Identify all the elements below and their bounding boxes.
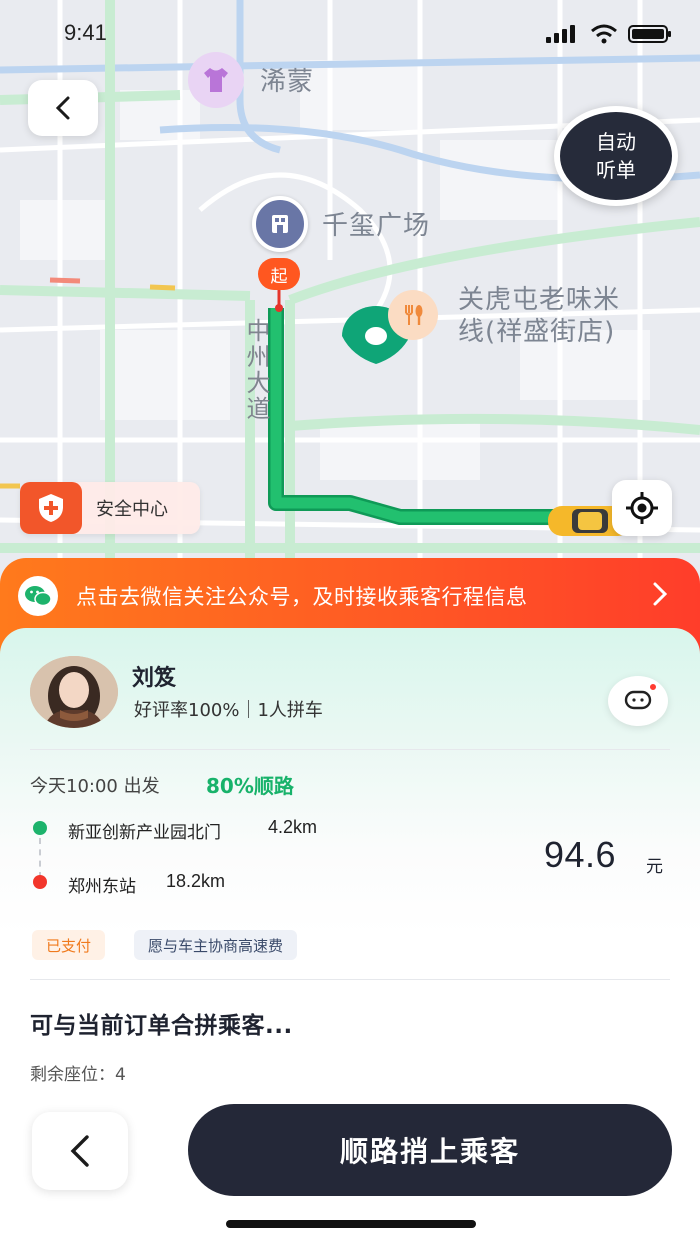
avatar[interactable] bbox=[30, 656, 118, 728]
locate-button[interactable] bbox=[612, 480, 672, 536]
wechat-icon bbox=[18, 576, 58, 616]
status-icons bbox=[546, 24, 672, 44]
dropoff-name: 郑州东站 bbox=[68, 877, 136, 897]
fare-amount: 94.6 bbox=[544, 834, 617, 875]
banner-text: 点击去微信关注公众号，及时接收乘客行程信息 bbox=[76, 585, 528, 609]
message-icon bbox=[624, 690, 652, 710]
road-label: 中州大道 bbox=[242, 318, 270, 422]
divider bbox=[30, 749, 670, 750]
building-icon bbox=[252, 196, 308, 252]
status-time: 9:41 bbox=[64, 20, 107, 45]
pickup-distance: 4.2km bbox=[268, 817, 318, 837]
poi-label-2[interactable]: 千玺广场 bbox=[322, 210, 430, 242]
poi-label-1[interactable]: 浠蒙 bbox=[260, 66, 314, 98]
pickup-dot bbox=[33, 821, 47, 835]
fork-knife-icon bbox=[388, 290, 438, 340]
match-rate: 80%顺路 bbox=[206, 774, 294, 798]
back-button[interactable] bbox=[32, 1112, 128, 1190]
chevron-right-icon bbox=[653, 582, 668, 606]
safety-center-label: 安全中心 bbox=[96, 499, 168, 520]
depart-time: 今天10:00 出发 bbox=[30, 776, 160, 797]
fare-unit: 元 bbox=[646, 857, 663, 877]
signal-icon bbox=[546, 25, 575, 43]
pickup-passenger-button[interactable]: 顺路捎上乘客 bbox=[188, 1104, 672, 1196]
order-sheet: 刘笈 好评率100%｜1人拼车 今天10:00 出发 80%顺路 新亚创新产业园… bbox=[0, 628, 700, 1244]
poi-label-3[interactable]: 关虎屯老味米 线(祥盛街店) bbox=[458, 284, 620, 348]
auto-listen-line2: 听单 bbox=[596, 158, 636, 182]
chevron-left-icon bbox=[70, 1135, 89, 1167]
passenger-meta: 好评率100%｜1人拼车 bbox=[134, 700, 323, 721]
passenger-name: 刘笈 bbox=[132, 666, 177, 691]
paid-tag: 已支付 bbox=[32, 930, 106, 960]
dropoff-distance: 18.2km bbox=[166, 871, 226, 891]
crosshair-icon bbox=[626, 492, 658, 524]
chevron-left-icon bbox=[55, 96, 70, 120]
stop-connector bbox=[39, 838, 41, 878]
battery-icon bbox=[628, 25, 671, 43]
divider bbox=[30, 979, 670, 980]
safety-center-button[interactable]: 安全中心 bbox=[20, 482, 200, 534]
wifi-icon bbox=[591, 24, 617, 44]
unread-dot bbox=[648, 682, 658, 692]
seats-remaining: 剩余座位：4 bbox=[30, 1065, 126, 1085]
home-indicator[interactable] bbox=[226, 1220, 476, 1228]
start-marker: 起 bbox=[258, 258, 300, 290]
status-bar: 9:41 bbox=[0, 0, 700, 70]
shield-icon bbox=[20, 482, 82, 534]
chat-button[interactable] bbox=[608, 676, 668, 726]
auto-listen-line1: 自动 bbox=[596, 130, 636, 154]
back-button[interactable] bbox=[28, 80, 98, 136]
dropoff-dot bbox=[33, 875, 47, 889]
pickup-name: 新亚创新产业园北门 bbox=[68, 823, 221, 843]
map-view[interactable]: 中州大道 浠蒙 千玺广场 关虎屯老味米 线(祥盛街店) 起 9:41 自动 听单 bbox=[0, 0, 700, 640]
section-title: 可与当前订单合拼乘客... bbox=[30, 1013, 293, 1039]
toll-tag: 愿与车主协商高速费 bbox=[134, 930, 298, 960]
auto-listen-button[interactable]: 自动 听单 bbox=[554, 106, 678, 206]
